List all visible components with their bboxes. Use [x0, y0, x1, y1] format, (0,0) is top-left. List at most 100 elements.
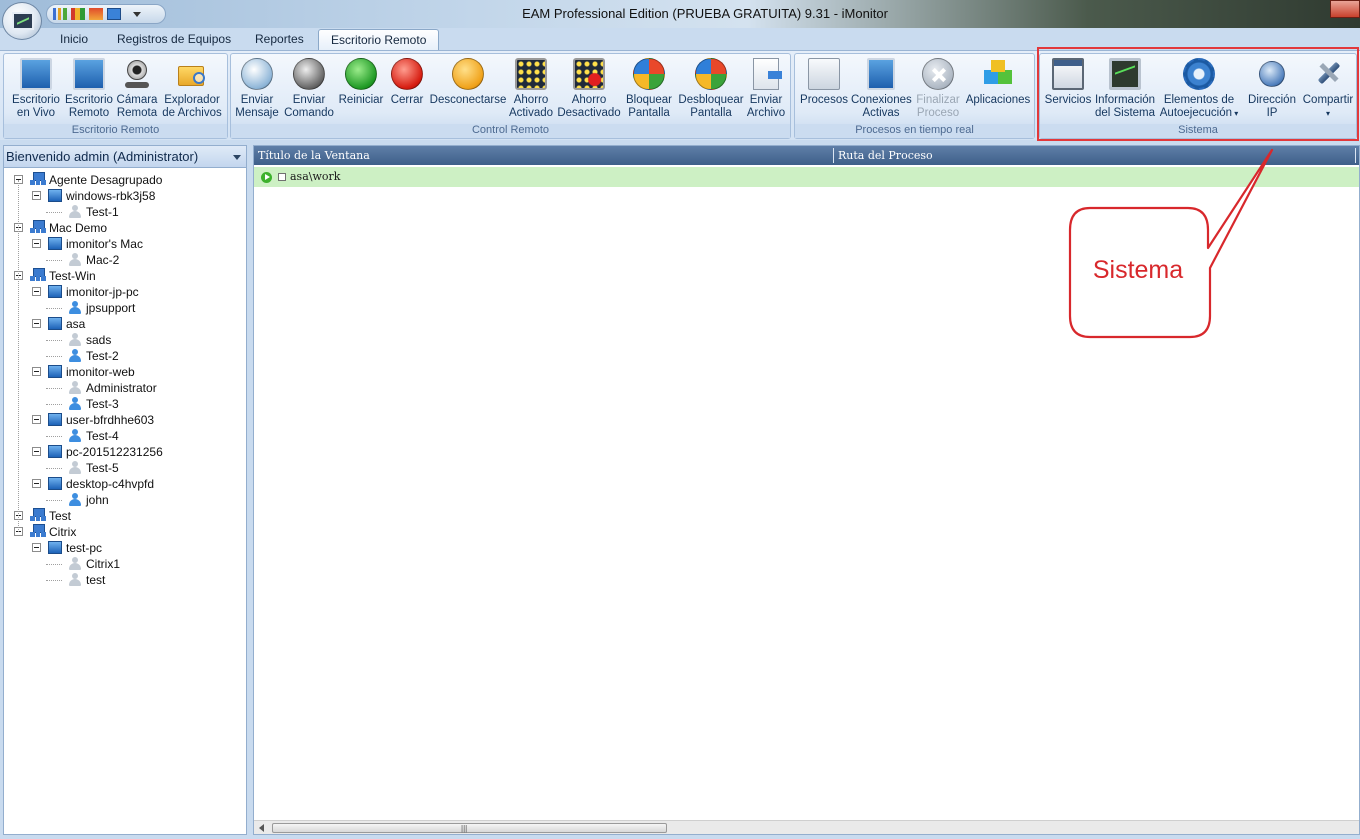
group-procesos-tiempo-real: Procesos Conexiones Activas Finalizar Pr… [794, 53, 1035, 139]
tree-user-node[interactable]: Citrix1 [68, 556, 120, 572]
processes-icon [808, 58, 840, 90]
tree-user-node[interactable]: john [68, 492, 109, 508]
remote-camera-button[interactable]: Cámara Remota [114, 58, 160, 120]
tree-user-node[interactable]: sads [68, 332, 111, 348]
bars-icon[interactable] [71, 8, 85, 20]
monitor-icon[interactable] [107, 8, 121, 20]
tree-user-node[interactable]: Test-4 [68, 428, 119, 444]
tree-user-node[interactable]: Test-1 [68, 204, 119, 220]
tree-computer-node[interactable]: user-bfrdhhe603 [48, 412, 154, 428]
tree-group-node[interactable]: Mac Demo [30, 220, 107, 236]
tree-computer-node[interactable]: pc-201512231256 [48, 444, 163, 460]
tree-connector [46, 468, 62, 469]
user-offline-icon [68, 253, 81, 266]
collapse-toggle-icon[interactable] [32, 319, 41, 328]
collapse-toggle-icon[interactable] [32, 287, 41, 296]
restart-button[interactable]: Reiniciar [337, 58, 385, 107]
welcome-header[interactable]: Bienvenido admin (Administrator) [4, 146, 246, 168]
screensaver-on-icon [515, 58, 547, 90]
tab-escritorio-remoto[interactable]: Escritorio Remoto [318, 29, 440, 50]
quick-access-toolbar[interactable] [46, 4, 166, 24]
app-menu-button[interactable] [2, 2, 42, 40]
scroll-left-icon[interactable] [259, 824, 264, 832]
column-header-process-path[interactable]: Ruta del Proceso [834, 146, 933, 165]
logoff-button[interactable]: Desconectarse [428, 58, 508, 107]
computer-icon [48, 445, 62, 458]
tree-node-label: imonitor-web [66, 365, 135, 379]
tree-node-label: pc-201512231256 [66, 445, 163, 459]
live-desktop-button[interactable]: Escritorio en Vivo [8, 58, 64, 120]
computer-icon [48, 189, 62, 202]
tree-node-label: john [86, 493, 109, 507]
tree-group-node[interactable]: Test [30, 508, 71, 524]
network-icon [867, 58, 895, 90]
tree-connector [46, 388, 62, 389]
file-explorer-button[interactable]: Explorador de Archivos [159, 58, 225, 120]
key-icon [452, 58, 484, 90]
shutdown-button[interactable]: Cerrar [385, 58, 429, 107]
sort-icon[interactable] [89, 8, 103, 20]
tree-user-node[interactable]: Administrator [68, 380, 157, 396]
tab-inicio[interactable]: Inicio [48, 29, 100, 50]
collapse-toggle-icon[interactable] [32, 367, 41, 376]
collapse-toggle-icon[interactable] [32, 479, 41, 488]
column-header-window-title[interactable]: Título de la Ventana [254, 146, 370, 165]
tree-group-node[interactable]: Test-Win [30, 268, 96, 284]
tree-user-node[interactable]: jpsupport [68, 300, 135, 316]
user-offline-icon [68, 557, 81, 570]
send-file-button[interactable]: Enviar Archivo [743, 58, 789, 120]
horizontal-scrollbar[interactable]: ||| [254, 820, 1359, 834]
collapse-toggle-icon[interactable] [32, 447, 41, 456]
tree-node-label: Test-4 [86, 429, 119, 443]
screensaver-off-button[interactable]: Ahorro Desactivado [557, 58, 621, 120]
tree-computer-node[interactable]: imonitor-jp-pc [48, 284, 139, 300]
tree-group-node[interactable]: Agente Desagrupado [30, 172, 162, 188]
screensaver-on-button[interactable]: Ahorro Activado [507, 58, 555, 120]
tree-computer-node[interactable]: asa [48, 316, 85, 332]
expand-box-icon[interactable] [278, 173, 286, 181]
tree-node-label: sads [86, 333, 112, 347]
applications-button[interactable]: Aplicaciones [963, 58, 1033, 107]
remote-desktop-button[interactable]: Escritorio Remoto [62, 58, 116, 120]
processes-button[interactable]: Procesos [799, 58, 849, 107]
tree-node-label: test-pc [66, 541, 103, 555]
collapse-toggle-icon[interactable] [32, 415, 41, 424]
unlock-screen-button[interactable]: Desbloquear Pantalla [676, 58, 746, 120]
tab-registros-de-equipos[interactable]: Registros de Equipos [105, 29, 243, 50]
user-offline-icon [68, 573, 81, 586]
send-command-button[interactable]: Enviar Comando [283, 58, 335, 120]
close-window-button[interactable] [1330, 0, 1360, 18]
tab-reportes[interactable]: Reportes [243, 29, 316, 50]
collapse-toggle-icon[interactable] [32, 239, 41, 248]
chevron-down-icon[interactable] [233, 155, 241, 160]
collapse-toggle-icon[interactable] [32, 543, 41, 552]
tree-group-node[interactable]: Citrix [30, 524, 76, 540]
tree-computer-node[interactable]: desktop-c4hvpfd [48, 476, 154, 492]
webcam-icon [121, 58, 153, 90]
tree-user-node[interactable]: Mac-2 [68, 252, 119, 268]
tree-computer-node[interactable]: imonitor's Mac [48, 236, 143, 252]
collapse-toggle-icon[interactable] [32, 191, 41, 200]
end-process-button[interactable]: Finalizar Proceso [913, 58, 963, 120]
tree-connector [46, 356, 62, 357]
tree-computer-node[interactable]: windows-rbk3j58 [48, 188, 155, 204]
tree-user-node[interactable]: Test-3 [68, 396, 119, 412]
send-message-button[interactable]: Enviar Mensaje [233, 58, 281, 120]
chart-icon[interactable] [53, 8, 67, 20]
chevron-down-icon[interactable] [133, 11, 141, 17]
command-icon [293, 58, 325, 90]
tree-connector [46, 340, 62, 341]
agent-tree-panel: Bienvenido admin (Administrator) Agente … [3, 145, 247, 835]
scrollbar-thumb[interactable]: ||| [272, 823, 667, 833]
tree-node-label: desktop-c4hvpfd [66, 477, 155, 491]
group-icon [30, 172, 46, 186]
tree-node-label: Citrix [49, 525, 77, 539]
lock-screen-button[interactable]: Bloquear Pantalla [621, 58, 677, 120]
tree-user-node[interactable]: test [68, 572, 105, 588]
tree-user-node[interactable]: Test-5 [68, 460, 119, 476]
computer-icon [48, 413, 62, 426]
active-connections-button[interactable]: Conexiones Activas [851, 58, 912, 120]
tree-user-node[interactable]: Test-2 [68, 348, 119, 364]
tree-computer-node[interactable]: test-pc [48, 540, 102, 556]
tree-computer-node[interactable]: imonitor-web [48, 364, 135, 380]
